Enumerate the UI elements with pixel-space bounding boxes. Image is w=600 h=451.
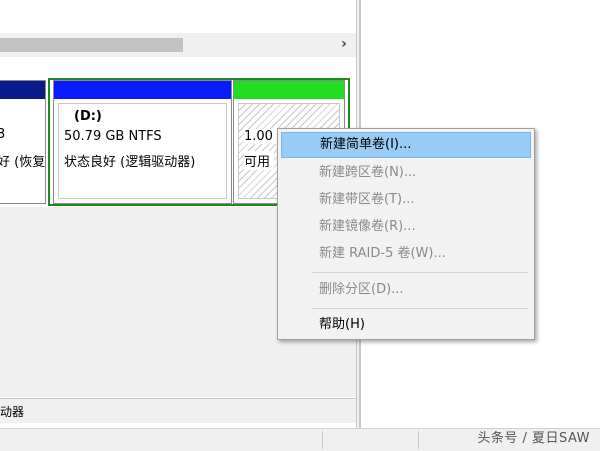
legend-bar: 动器 [0,398,356,423]
partition-bar [0,81,45,99]
partition-d[interactable]: (D:) 50.79 GB NTFS 状态良好 (逻辑驱动器) [53,80,232,204]
scroll-right-arrow-icon[interactable]: › [337,35,351,53]
menu-item-new-striped-volume[interactable]: 新建带区卷(T)... [281,187,531,213]
partition-bar [54,81,231,99]
partition-bar [234,81,344,99]
status-separator [322,431,323,449]
scrollbar-thumb[interactable] [0,38,183,52]
partition-status: 好 (恢复 [0,155,46,170]
menu-item-new-simple-volume[interactable]: 新建简单卷(I)... [281,132,531,158]
menu-item-delete-partition[interactable]: 删除分区(D)... [281,277,531,303]
free-space-status: 可用 [244,151,275,170]
watermark: 头条号 / 夏日SAW [477,431,590,446]
menu-separator [312,272,528,273]
partition-name: (D:) [74,109,102,124]
menu-item-new-mirrored-volume[interactable]: 新建镜像卷(R)... [281,214,531,240]
menu-item-help[interactable]: 帮助(H) [281,312,531,338]
menu-item-new-spanned-volume[interactable]: 新建跨区卷(N)... [281,160,531,186]
horizontal-scrollbar[interactable]: › [0,33,356,57]
legend-text: 动器 [0,405,25,419]
menu-separator [312,308,528,309]
partition-status: 状态良好 (逻辑驱动器) [64,155,196,170]
context-menu: 新建简单卷(I)... 新建跨区卷(N)... 新建带区卷(T)... 新建镜像… [277,128,535,340]
menu-item-new-raid5-volume[interactable]: 新建 RAID-5 卷(W)... [281,241,531,267]
partition-size: 50.79 GB NTFS [64,129,162,144]
status-separator [418,431,419,449]
free-space-size: 1.00 [244,129,277,144]
partition-label: 3 [0,127,6,142]
partition-primary[interactable]: 3 好 (恢复 [0,80,46,204]
